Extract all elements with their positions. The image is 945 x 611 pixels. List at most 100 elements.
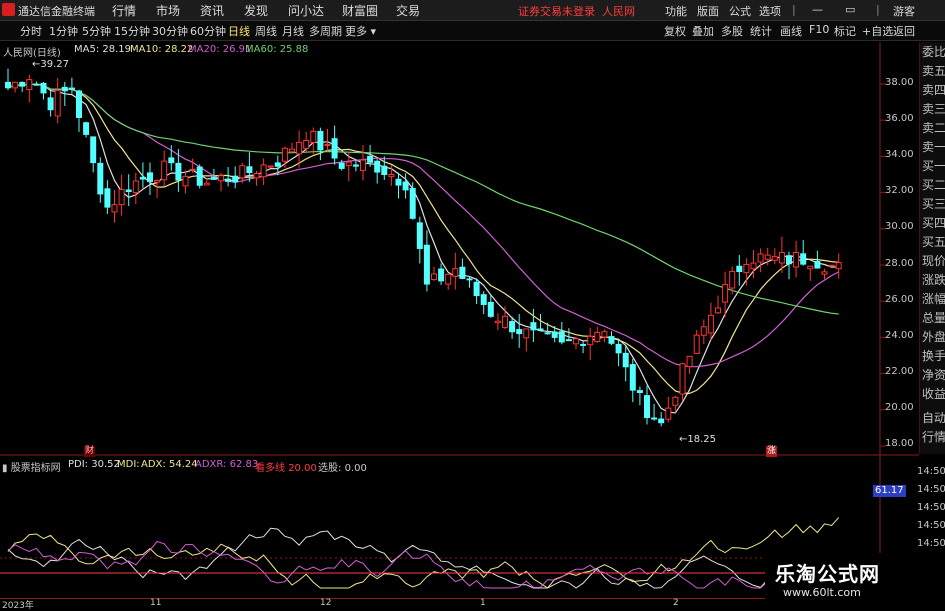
candle-body <box>47 97 54 111</box>
menu-trade[interactable]: 交易 <box>396 2 420 19</box>
indicator-axis-label: 14:50 <box>917 484 945 495</box>
menu-options[interactable]: 选项 <box>759 3 781 19</box>
candle-body <box>459 266 466 279</box>
candle-body <box>594 331 601 343</box>
period-15min[interactable]: 15分钟 <box>114 23 150 39</box>
candle-body <box>707 314 714 334</box>
multi-stock-button[interactable]: 多股 <box>721 23 743 39</box>
candle-body <box>218 175 224 182</box>
side-label: 涨跌 <box>922 273 945 287</box>
menu-guest[interactable]: 游客 <box>893 3 915 19</box>
candle-body <box>12 81 19 89</box>
candle-body <box>573 338 579 345</box>
candle-body <box>608 336 615 344</box>
restore-icon[interactable]: ▭ <box>845 3 855 16</box>
candle-body <box>367 155 374 163</box>
candle-body <box>154 179 161 183</box>
login-notice[interactable]: 证券交易未登录 人民网 <box>518 3 635 19</box>
period-5min[interactable]: 5分钟 <box>82 23 111 39</box>
adxr-legend: ADXR: 62.83 <box>195 459 259 470</box>
candle-body <box>807 265 814 270</box>
candle-body <box>33 83 40 86</box>
candle-body <box>523 328 530 339</box>
candle-body <box>360 159 366 171</box>
bull-line-legend: 看多线 20.00 <box>255 463 317 474</box>
candle-body <box>629 364 636 391</box>
candle-body <box>715 307 721 314</box>
menu-news[interactable]: 资讯 <box>200 2 224 19</box>
side-label: 净资 <box>922 368 945 382</box>
side-label: 买四 <box>922 216 945 230</box>
minimize-icon[interactable]: — <box>812 3 823 16</box>
candle-body <box>452 268 459 277</box>
side-label: 买一 <box>922 159 945 173</box>
candle-body <box>26 79 33 91</box>
period-30min[interactable]: 30分钟 <box>152 23 188 39</box>
candle-body <box>125 189 132 193</box>
menu-wealth[interactable]: 财富圈 <box>342 2 378 19</box>
menu-function[interactable]: 功能 <box>665 3 687 19</box>
quote-side-panel[interactable]: 委比 卖五 卖四 卖三 卖二 卖一 买一 买二 买三 买四 买五 现价 涨跌 涨… <box>919 42 945 454</box>
candle-body <box>54 89 61 117</box>
candle-body <box>672 396 679 406</box>
finance-marker[interactable]: 财 <box>84 446 96 457</box>
side-label: 卖五 <box>922 64 945 78</box>
menu-xiaoda[interactable]: 问小达 <box>288 2 324 19</box>
f10-button[interactable]: F10 <box>809 23 829 36</box>
candle-body <box>68 87 75 90</box>
candle-body <box>487 301 494 317</box>
ma60-line <box>7 83 839 315</box>
candle-body <box>601 331 608 338</box>
back-button[interactable]: 返回 <box>893 23 915 39</box>
candle-body <box>558 331 565 343</box>
candle-body <box>473 281 480 297</box>
period-daily[interactable]: 日线 <box>228 23 250 39</box>
menu-quotes[interactable]: 行情 <box>112 2 136 19</box>
menu-discover[interactable]: 发现 <box>244 2 268 19</box>
candle-body <box>104 188 111 208</box>
candle-body <box>821 271 828 275</box>
candle-body <box>267 165 274 168</box>
indicator-axis-label: 14:50 <box>917 520 945 531</box>
side-label: 总量 <box>922 311 945 325</box>
select-legend: 选股: 0.00 <box>318 463 367 474</box>
draw-button[interactable]: 画线 <box>780 23 802 39</box>
candle-body <box>580 343 587 346</box>
candle-body <box>530 322 537 331</box>
candle-body <box>757 253 764 263</box>
mark-button[interactable]: 标记 <box>834 23 856 39</box>
period-more[interactable]: 更多 ▾ <box>345 23 376 39</box>
overlay-button[interactable]: 叠加 <box>692 23 714 39</box>
menu-market[interactable]: 市场 <box>156 2 180 19</box>
candle-body <box>90 136 97 164</box>
candle-body <box>537 328 544 331</box>
side-label: 委比 <box>922 45 945 59</box>
period-60min[interactable]: 60分钟 <box>190 23 226 39</box>
stats-button[interactable]: 统计 <box>750 23 772 39</box>
limit-up-marker[interactable]: 涨 <box>766 446 778 457</box>
price-axis-label: 26.00 <box>885 294 914 305</box>
ma20-legend: MA20: 26.91 <box>188 44 252 55</box>
candle-body <box>331 138 338 159</box>
adjust-button[interactable]: 复权 <box>664 23 686 39</box>
candle-body <box>587 335 594 346</box>
date-label: 2 <box>673 598 679 608</box>
period-timeshare[interactable]: 分时 <box>20 23 42 39</box>
candlestick-chart <box>0 42 919 598</box>
menu-formula[interactable]: 公式 <box>729 3 751 19</box>
period-weekly[interactable]: 周线 <box>255 23 277 39</box>
period-monthly[interactable]: 月线 <box>282 23 304 39</box>
add-watchlist-button[interactable]: +自选 <box>862 23 893 39</box>
side-label: 卖四 <box>922 83 945 97</box>
candle-body <box>764 254 771 260</box>
candle-body <box>395 178 402 186</box>
candle-body <box>310 130 317 143</box>
app-title: 通达信金融终端 <box>18 5 95 18</box>
candle-body <box>76 90 82 118</box>
menu-layout[interactable]: 版面 <box>697 3 719 19</box>
menu-bar: 通达信金融终端 行情 市场 资讯 发现 问小达 财富圈 交易 证券交易未登录 人… <box>0 0 945 21</box>
period-1min[interactable]: 1分钟 <box>49 23 78 39</box>
period-multi[interactable]: 多周期 <box>309 23 342 39</box>
price-axis-label: 18.00 <box>885 438 914 449</box>
candle-body <box>445 273 452 285</box>
